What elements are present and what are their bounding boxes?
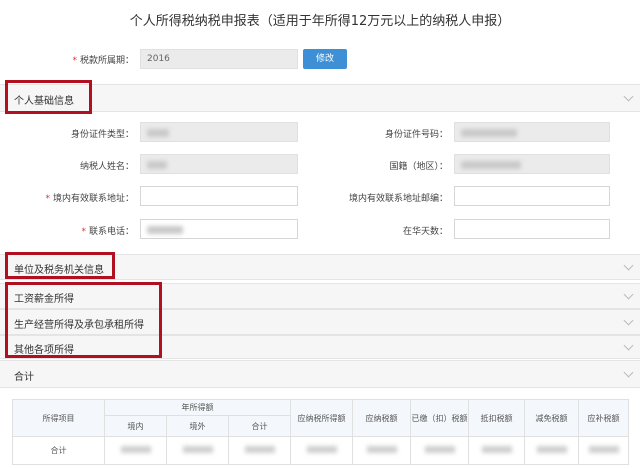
table-cell xyxy=(228,436,291,465)
highlight-box xyxy=(5,80,92,114)
chevron-down-icon xyxy=(623,289,634,300)
section-basic-info[interactable]: 个人基础信息 xyxy=(0,84,640,112)
id-number-label: 身份证件号码： xyxy=(384,130,448,140)
page-title: 个人所得税纳税申报表（适用于年所得12万元以上的纳税人申报） xyxy=(129,14,511,29)
id-type-label: 身份证件类型： xyxy=(70,130,134,140)
table-cell xyxy=(352,436,411,465)
address-input[interactable] xyxy=(140,186,298,206)
table-cell xyxy=(166,436,229,465)
postcode-input[interactable] xyxy=(454,186,610,206)
section-total[interactable]: 合计 xyxy=(0,360,640,388)
header-tax-credit: 抵扣税额 xyxy=(468,399,525,437)
table-cell xyxy=(290,436,353,465)
tax-period-field: 2016 xyxy=(140,49,298,69)
days-input[interactable] xyxy=(454,219,610,239)
section-total-label: 合计 xyxy=(14,372,34,383)
header-tax-relief: 减免税额 xyxy=(524,399,579,437)
chevron-down-icon xyxy=(623,315,634,326)
header-annual-income: 年所得额 xyxy=(104,399,291,416)
subheader-foreign: 境外 xyxy=(166,415,229,437)
id-number-field xyxy=(454,122,610,142)
phone-input[interactable] xyxy=(140,219,298,239)
phone-label: * 联系电话： xyxy=(81,227,134,237)
table-cell xyxy=(104,436,167,465)
nationality-field xyxy=(454,154,610,174)
chevron-down-icon xyxy=(623,260,634,271)
header-tax-due: 应补税额 xyxy=(578,399,629,437)
table-row: 合计 xyxy=(12,436,629,465)
table-cell xyxy=(468,436,525,465)
subheader-subtotal: 合计 xyxy=(228,415,291,437)
row-label-total: 合计 xyxy=(12,436,105,465)
header-taxable-income: 应纳税所得额 xyxy=(290,399,353,437)
tax-period-label: * 税款所属期： xyxy=(72,56,134,66)
table-cell xyxy=(578,436,629,465)
address-label: * 境内有效联系地址： xyxy=(45,194,134,204)
id-type-field xyxy=(140,122,298,142)
chevron-down-icon xyxy=(623,91,634,102)
days-label: 在华天数： xyxy=(402,227,448,237)
totals-table: 所得项目 年所得额 应纳税所得额 应纳税额 已缴（扣）税额 抵扣税额 减免税额 … xyxy=(12,399,629,465)
modify-button[interactable]: 修改 xyxy=(303,49,347,69)
highlight-box xyxy=(5,282,162,358)
header-tax-payable: 应纳税额 xyxy=(352,399,411,437)
header-income-item: 所得项目 xyxy=(12,399,105,437)
header-tax-paid: 已缴（扣）税额 xyxy=(410,399,469,437)
nationality-label: 国籍（地区）： xyxy=(389,162,448,172)
postcode-label: 境内有效联系地址邮编： xyxy=(348,194,448,204)
taxpayer-name-field xyxy=(140,154,298,174)
table-cell xyxy=(524,436,579,465)
chevron-down-icon xyxy=(623,367,634,378)
table-cell xyxy=(410,436,469,465)
subheader-domestic: 境内 xyxy=(104,415,167,437)
chevron-down-icon xyxy=(623,340,634,351)
highlight-box xyxy=(5,252,115,279)
taxpayer-name-label: 纳税人姓名： xyxy=(79,162,134,172)
